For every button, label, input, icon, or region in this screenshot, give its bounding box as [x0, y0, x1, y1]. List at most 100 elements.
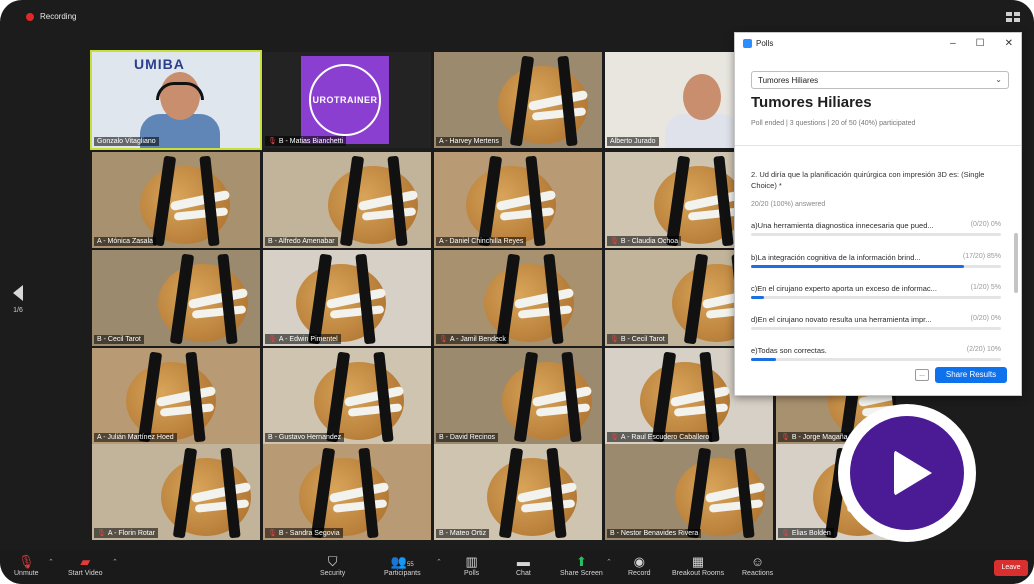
- participant-video-tile[interactable]: 🎙 A - Edwin Pimentel: [263, 250, 431, 346]
- record-button[interactable]: ◉ Record: [628, 554, 651, 577]
- minimize-button[interactable]: –: [950, 38, 956, 49]
- video-feed: [92, 348, 260, 444]
- poll-option: e)Todas son correctas. (2/20) 10%: [751, 346, 1001, 366]
- chat-button[interactable]: ▬ Chat: [516, 554, 531, 577]
- reactions-button[interactable]: ☺ Reactions: [742, 554, 773, 577]
- leave-button[interactable]: Leave: [994, 560, 1028, 576]
- poll-option-label: e)Todas son correctas.: [751, 346, 827, 355]
- participant-name: A - Daniel Chinchilla Reyes: [439, 238, 524, 245]
- participant-name: B - Jorge Magaña: [791, 433, 848, 441]
- play-icon: [894, 450, 932, 496]
- poll-result-fill: [751, 296, 764, 299]
- poll-option-label: c)En el cirujano experto aporta un exces…: [751, 284, 937, 293]
- gallery-view-icon[interactable]: [1006, 12, 1020, 22]
- participants-icon: 👥55: [390, 554, 414, 569]
- participant-name: A - Edwin Pimentel: [278, 335, 338, 343]
- participant-name-label: B - Alfredo Amenabar: [265, 237, 338, 246]
- poll-result-fill: [751, 265, 964, 268]
- participant-video-tile[interactable]: B - Alfredo Amenabar: [263, 152, 431, 248]
- video-options-chevron-icon[interactable]: ⌃: [112, 558, 118, 566]
- audio-options-chevron-icon[interactable]: ⌃: [48, 558, 54, 566]
- participant-name-label: B - Nestor Benavides Rivera: [607, 529, 702, 538]
- record-label: Record: [628, 570, 651, 577]
- poll-result-bar: [751, 327, 1001, 330]
- divider: [735, 145, 1021, 146]
- muted-microphone-icon: 🎙: [781, 434, 790, 441]
- zoom-logo-icon: [743, 39, 752, 48]
- participant-video-tile[interactable]: B - David Recinos: [434, 348, 602, 444]
- share-results-button[interactable]: Share Results: [935, 367, 1007, 383]
- share-options-chevron-icon[interactable]: ⌃: [606, 558, 612, 566]
- participant-name-label: 🎙 A - Edwin Pimentel: [265, 334, 341, 344]
- muted-microphone-icon: 🎙: [781, 530, 790, 537]
- poll-option-label: a)Una herramienta diagnostica innecesari…: [751, 221, 934, 230]
- participants-chevron-icon[interactable]: ⌃: [436, 558, 442, 566]
- participant-video-tile[interactable]: 🎙 A - Florin Rotar: [92, 444, 260, 540]
- participant-video-tile[interactable]: A - Mónica Zasala: [92, 152, 260, 248]
- page-navigator[interactable]: 1/6: [8, 285, 28, 314]
- participant-name: Elias Bolden: [791, 529, 831, 537]
- participant-name-label: A - Daniel Chinchilla Reyes: [436, 237, 527, 246]
- play-video-button[interactable]: [838, 404, 976, 542]
- muted-microphone-icon: 🎙: [18, 554, 35, 569]
- record-icon: ◉: [633, 554, 645, 569]
- share-screen-button[interactable]: ⬆ Share Screen: [560, 554, 603, 577]
- participant-name: B - Claudia Ochoa: [620, 237, 679, 245]
- participant-video-tile[interactable]: 🎙 A - Jamil Bendeck: [434, 250, 602, 346]
- more-button[interactable]: ...: [915, 369, 929, 381]
- poll-selector[interactable]: Tumores Hiliares ⌄: [751, 71, 1009, 89]
- participant-video-tile[interactable]: UROTRAINER 🎙 B - Matias Bianchetti: [263, 52, 431, 148]
- poll-option: d)En el cirujano novato resulta una herr…: [751, 315, 1001, 335]
- polls-button[interactable]: ▥ Polls: [464, 554, 479, 577]
- participants-count: 55: [407, 562, 414, 568]
- participant-video-tile[interactable]: A - Daniel Chinchilla Reyes: [434, 152, 602, 248]
- polls-scrollbar[interactable]: [1014, 233, 1018, 293]
- recording-indicator[interactable]: Recording: [26, 12, 76, 21]
- participant-video-tile[interactable]: B - Gustavo Hernandez: [263, 348, 431, 444]
- participant-name: Alberto Jurado: [610, 138, 656, 145]
- video-feed: [434, 444, 602, 540]
- participant-video-tile[interactable]: B - Cecil Tarot: [92, 250, 260, 346]
- top-bar: Recording: [0, 0, 1034, 34]
- video-feed: [434, 52, 602, 148]
- unmute-button[interactable]: 🎙 Unmute: [14, 554, 39, 577]
- participant-name: B - Gustavo Hernandez: [268, 434, 342, 441]
- participant-video-tile[interactable]: B - Mateo Ortiz: [434, 444, 602, 540]
- participant-video-tile[interactable]: 🎙 B - Sandra Segovia: [263, 444, 431, 540]
- participant-name: B - David Recinos: [439, 434, 496, 441]
- poll-result-fill: [751, 358, 776, 361]
- video-feed: [263, 250, 431, 346]
- start-video-label: Start Video: [68, 570, 103, 577]
- poll-option-label: d)En el cirujano novato resulta una herr…: [751, 315, 932, 324]
- polls-window: Polls – ☐ ✕ Tumores Hiliares ⌄ Tumores H…: [734, 32, 1022, 396]
- security-button[interactable]: ⛉ Security: [320, 554, 345, 577]
- start-video-button[interactable]: ▰ Start Video: [68, 554, 103, 577]
- shield-icon: ⛉: [327, 554, 338, 569]
- participant-video-tile[interactable]: A - Harvey Mertens: [434, 52, 602, 148]
- close-button[interactable]: ✕: [1005, 38, 1013, 49]
- participant-video-tile[interactable]: B - Nestor Benavides Rivera: [605, 444, 773, 540]
- participant-video-tile[interactable]: UMIBA Gonzalo Vitagliano: [90, 50, 262, 150]
- video-off-icon: ▰: [80, 554, 91, 569]
- breakout-rooms-button[interactable]: ▦ Breakout Rooms: [672, 554, 724, 577]
- question-text: 2. Ud diría que la planificación quirúrg…: [751, 170, 985, 190]
- participant-name: B - Nestor Benavides Rivera: [610, 530, 699, 537]
- participant-name: A - Florin Rotar: [107, 529, 155, 537]
- participant-name: B - Cecil Tarot: [620, 335, 665, 343]
- participant-name: A - Harvey Mertens: [439, 138, 499, 145]
- participant-name-label: 🎙 B - Matias Bianchetti: [265, 136, 347, 146]
- participant-name-label: 🎙 A - Florin Rotar: [94, 528, 158, 538]
- unmute-label: Unmute: [14, 570, 39, 577]
- participant-name-label: B - Cecil Tarot: [94, 335, 144, 344]
- participant-video-tile[interactable]: A - Julián Martínez Hoed: [92, 348, 260, 444]
- poll-option: a)Una herramienta diagnostica innecesari…: [751, 221, 1001, 241]
- poll-result-bar: [751, 358, 1001, 361]
- previous-page-icon[interactable]: [13, 285, 23, 301]
- record-dot-icon: [26, 12, 34, 21]
- participant-name-label: 🎙 A - Raul Escudero Caballero: [607, 432, 713, 442]
- smiley-icon: ☺: [750, 554, 765, 569]
- poll-selector-value: Tumores Hiliares: [758, 76, 819, 85]
- breakout-rooms-label: Breakout Rooms: [672, 570, 725, 577]
- maximize-button[interactable]: ☐: [976, 38, 985, 49]
- participants-button[interactable]: 👥55 Participants: [384, 554, 421, 577]
